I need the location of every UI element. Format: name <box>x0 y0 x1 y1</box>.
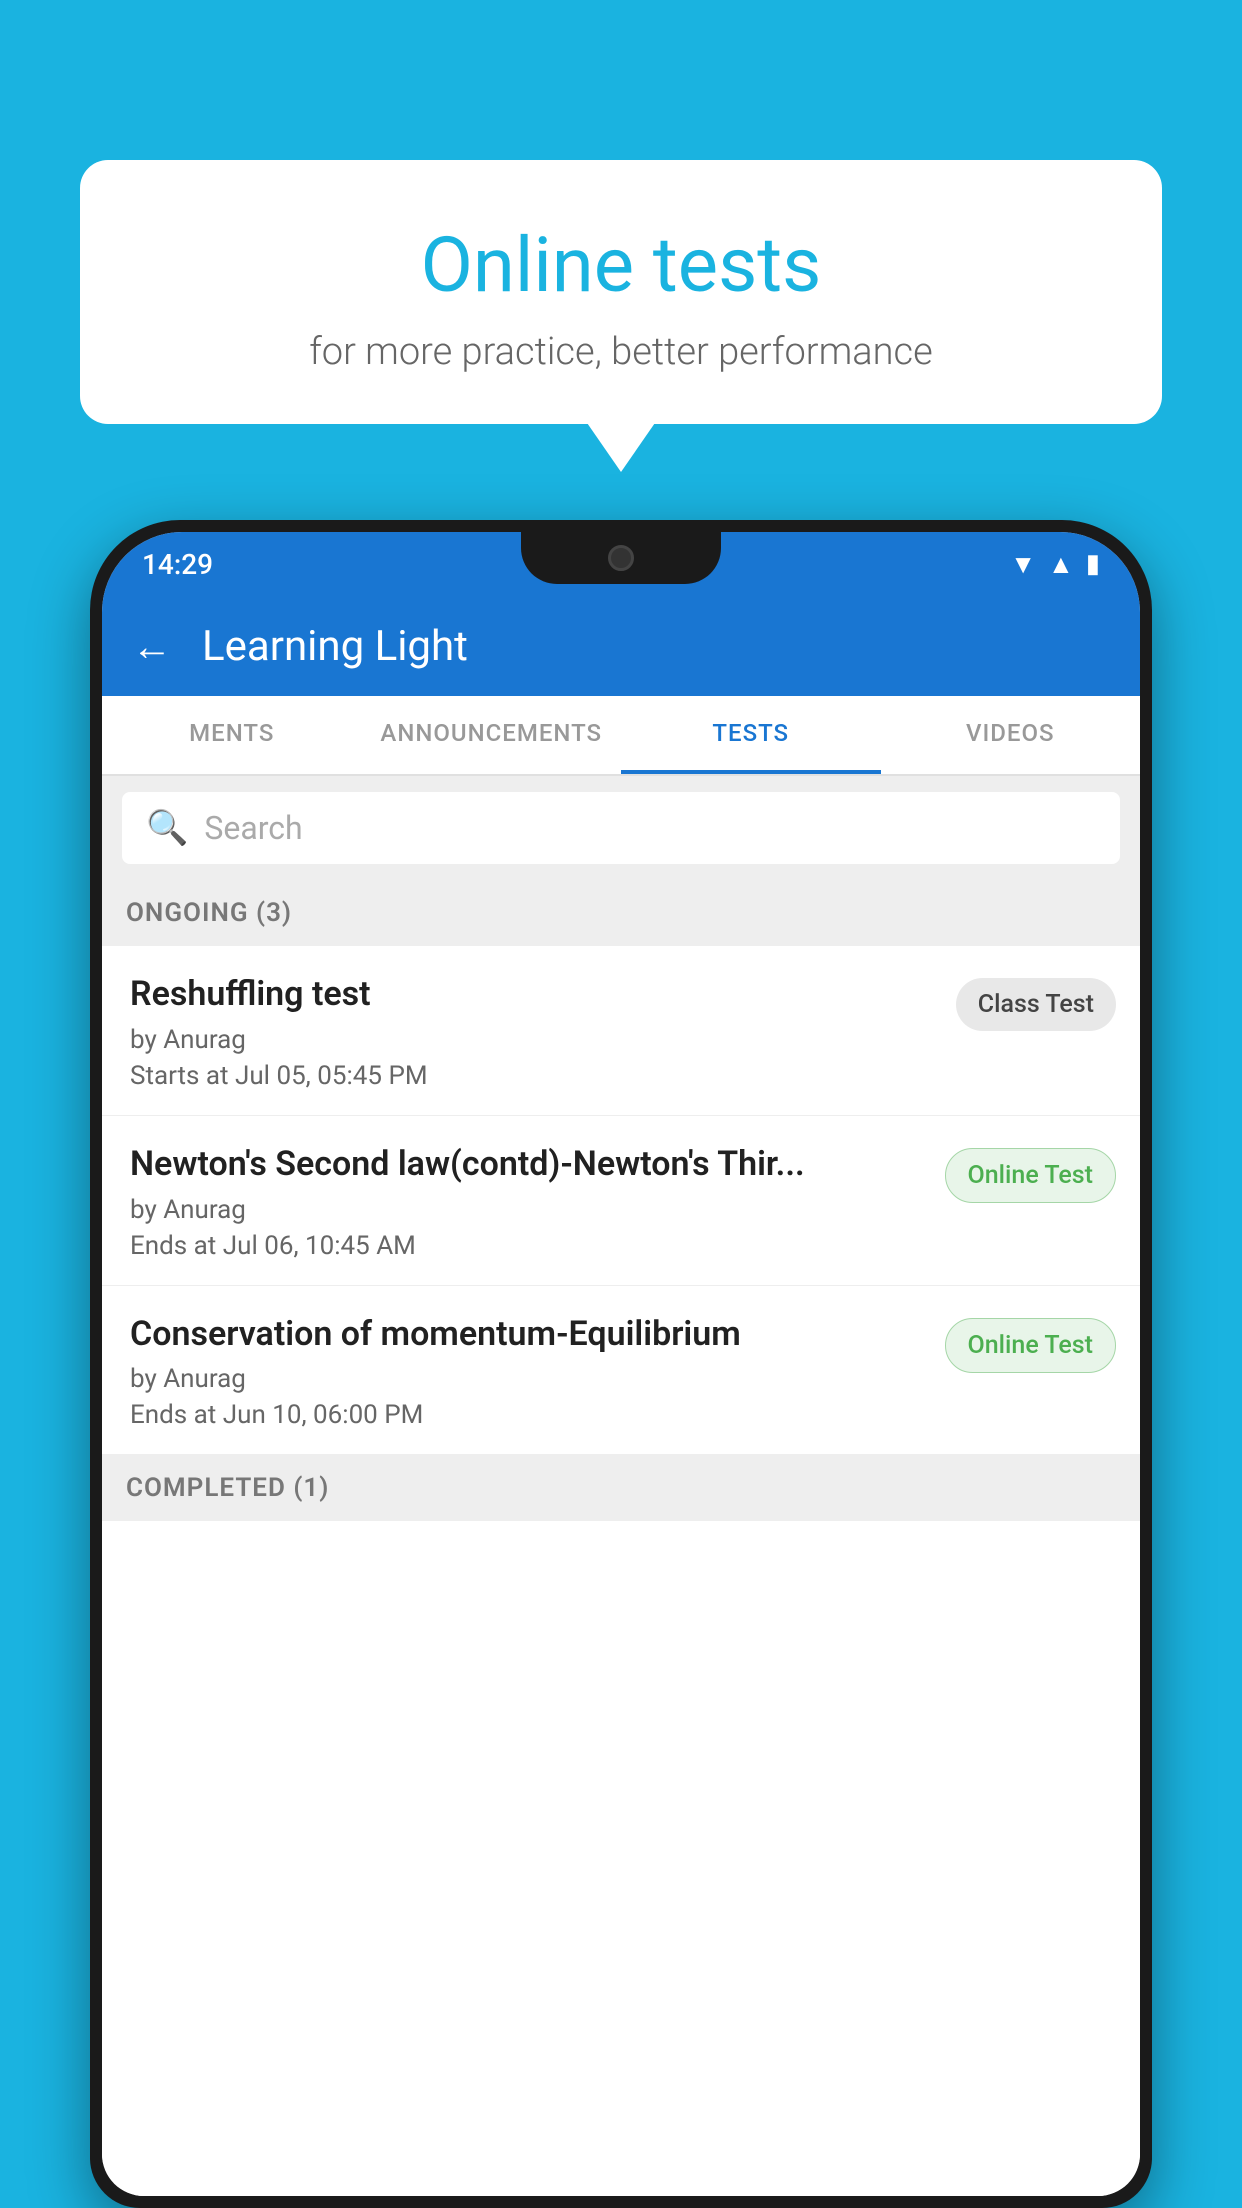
test-info: Reshuffling test by Anurag Starts at Jul… <box>130 974 940 1091</box>
test-badge: Online Test <box>945 1148 1116 1203</box>
tab-ments[interactable]: MENTS <box>102 696 362 774</box>
app-title: Learning Light <box>202 622 468 671</box>
list-item[interactable]: Conservation of momentum-Equilibrium by … <box>102 1286 1140 1456</box>
phone-wrapper: 14:29 ▼ ▲ ▮ ← Learning Light MENTS ANNOU… <box>90 520 1152 2208</box>
list-item[interactable]: Reshuffling test by Anurag Starts at Jul… <box>102 946 1140 1116</box>
phone-outer: 14:29 ▼ ▲ ▮ ← Learning Light MENTS ANNOU… <box>90 520 1152 2208</box>
test-time: Ends at Jul 06, 10:45 AM <box>130 1231 929 1261</box>
bubble-subtitle: for more practice, better performance <box>120 330 1122 374</box>
list-item[interactable]: Newton's Second law(contd)-Newton's Thir… <box>102 1116 1140 1286</box>
phone-notch <box>521 532 721 584</box>
test-name: Reshuffling test <box>130 974 940 1015</box>
search-input[interactable]: Search <box>204 809 302 847</box>
search-icon: 🔍 <box>146 808 188 848</box>
speech-bubble: Online tests for more practice, better p… <box>80 160 1162 424</box>
test-by: by Anurag <box>130 1195 929 1225</box>
section-ongoing-header: ONGOING (3) <box>102 880 1140 946</box>
test-by: by Anurag <box>130 1364 929 1394</box>
test-time: Starts at Jul 05, 05:45 PM <box>130 1061 940 1091</box>
status-time: 14:29 <box>142 548 213 581</box>
tab-announcements[interactable]: ANNOUNCEMENTS <box>362 696 622 774</box>
app-bar: ← Learning Light <box>102 596 1140 696</box>
signal-icon: ▲ <box>1048 549 1074 580</box>
bubble-title: Online tests <box>120 220 1122 310</box>
test-badge: Class Test <box>956 978 1116 1031</box>
test-name: Newton's Second law(contd)-Newton's Thir… <box>130 1144 929 1185</box>
wifi-icon: ▼ <box>1010 549 1036 580</box>
test-time: Ends at Jun 10, 06:00 PM <box>130 1400 929 1430</box>
test-list: Reshuffling test by Anurag Starts at Jul… <box>102 946 1140 2196</box>
test-info: Conservation of momentum-Equilibrium by … <box>130 1314 929 1431</box>
tabs-bar: MENTS ANNOUNCEMENTS TESTS VIDEOS <box>102 696 1140 776</box>
search-input-wrapper[interactable]: 🔍 Search <box>122 792 1120 864</box>
battery-icon: ▮ <box>1086 549 1100 579</box>
tab-videos[interactable]: VIDEOS <box>881 696 1141 774</box>
test-name: Conservation of momentum-Equilibrium <box>130 1314 929 1355</box>
status-icons: ▼ ▲ ▮ <box>1010 549 1100 580</box>
test-info: Newton's Second law(contd)-Newton's Thir… <box>130 1144 929 1261</box>
test-badge: Online Test <box>945 1318 1116 1373</box>
test-by: by Anurag <box>130 1025 940 1055</box>
phone-screen: 14:29 ▼ ▲ ▮ ← Learning Light MENTS ANNOU… <box>102 532 1140 2196</box>
section-completed-header: COMPLETED (1) <box>102 1455 1140 1521</box>
tab-tests[interactable]: TESTS <box>621 696 881 774</box>
camera <box>608 545 634 571</box>
back-button[interactable]: ← <box>132 623 172 670</box>
search-bar: 🔍 Search <box>102 776 1140 880</box>
